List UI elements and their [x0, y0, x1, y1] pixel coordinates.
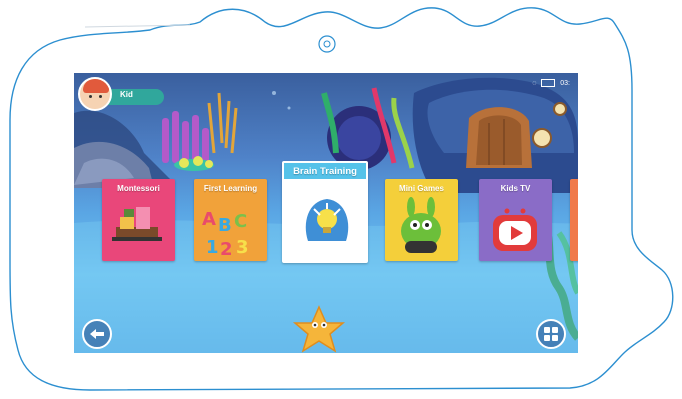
montessori-blocks-icon: [112, 207, 162, 241]
svg-text:1: 1: [206, 237, 219, 258]
brain-bulb-icon: [284, 179, 366, 261]
apps-button[interactable]: [536, 319, 566, 349]
svg-text:B: B: [218, 215, 232, 236]
back-button[interactable]: [82, 319, 112, 349]
battery-icon: [541, 79, 556, 87]
category-mini-games[interactable]: Mini Games: [385, 179, 458, 261]
status-bar: ◌ 03:: [532, 79, 570, 87]
tv-play-icon: [493, 208, 537, 251]
monster-gamepad-icon: [401, 197, 441, 253]
profile-badge[interactable]: Kid: [78, 77, 166, 113]
svg-text:A: A: [202, 209, 216, 230]
svg-text:C: C: [234, 211, 247, 232]
svg-text:2: 2: [220, 239, 233, 260]
category-kids-tv[interactable]: Kids TV: [479, 179, 552, 261]
category-brain-training[interactable]: Brain Training: [282, 161, 368, 263]
abc-123-icon: A B C 1 2 3: [202, 209, 249, 260]
status-time: 03:: [560, 79, 570, 87]
avatar: [78, 77, 112, 111]
tablet-screen: Kid ◌ 03: Montessori First Learning A B …: [74, 73, 578, 353]
category-montessori[interactable]: Montessori: [102, 179, 175, 261]
svg-text:3: 3: [236, 237, 249, 258]
category-first-learning[interactable]: First Learning A B C 1 2 3: [194, 179, 267, 261]
grid-icon: [544, 327, 558, 341]
category-next[interactable]: [570, 179, 578, 261]
profile-name: Kid: [120, 90, 133, 99]
wifi-icon: ◌: [532, 79, 537, 87]
back-arrow-icon: [90, 329, 104, 339]
